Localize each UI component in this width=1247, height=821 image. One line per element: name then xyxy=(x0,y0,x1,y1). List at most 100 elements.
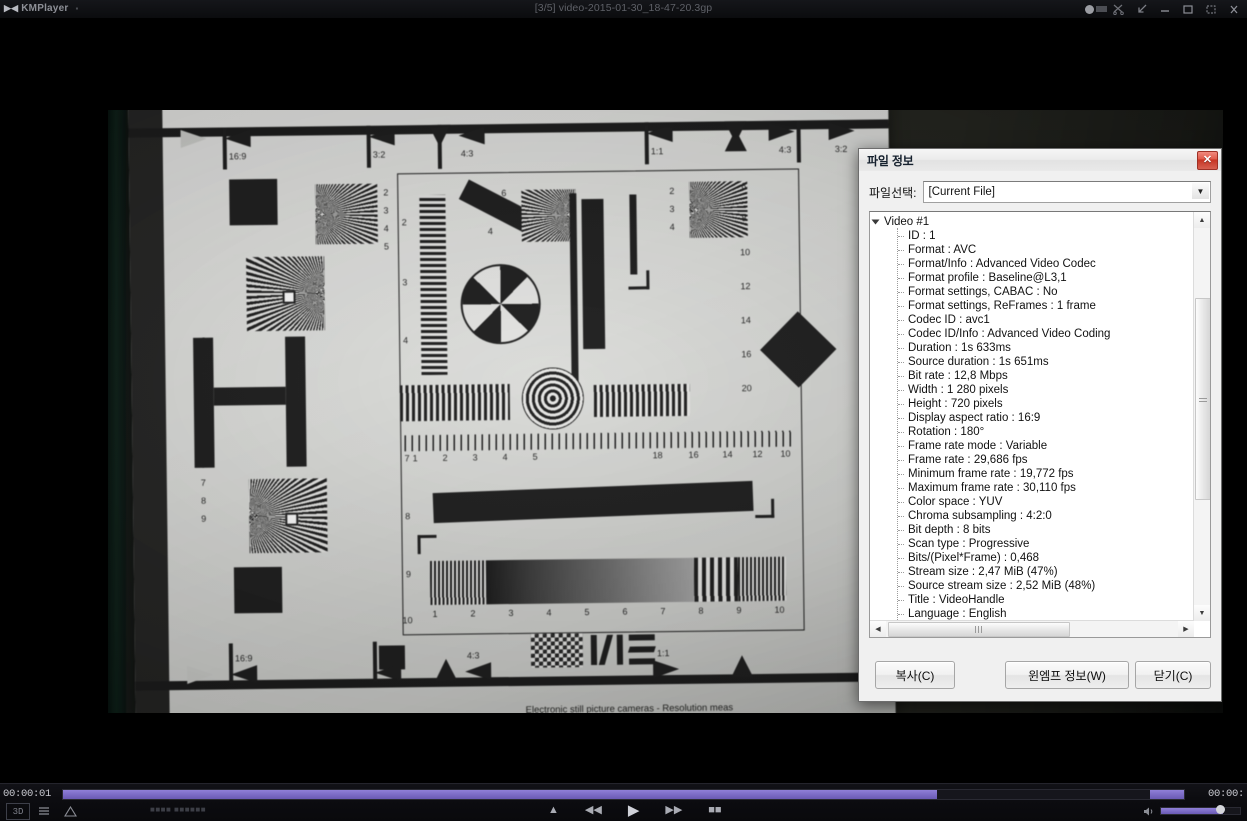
resolution-wedge xyxy=(315,183,378,245)
tree-item[interactable]: Codec ID : avc1 xyxy=(870,313,1194,327)
tree-root-node[interactable]: Video #1 xyxy=(870,215,1194,229)
play-button[interactable]: ▶ xyxy=(628,803,640,818)
aspect-label: 4:3 xyxy=(778,144,792,155)
aspect-marker xyxy=(231,665,258,684)
expand-caret-icon[interactable] xyxy=(871,219,880,225)
tree-horizontal-scrollbar[interactable]: ◀ ▶ xyxy=(870,620,1194,637)
tree-item[interactable]: Format profile : Baseline@L3,1 xyxy=(870,271,1194,285)
next-button[interactable]: ▶▶ xyxy=(665,805,682,816)
minimize-icon xyxy=(1161,9,1169,12)
tree-item[interactable]: Width : 1 280 pixels xyxy=(870,383,1194,397)
dialog-titlebar[interactable]: 파일 정보 ✕ xyxy=(859,149,1221,172)
equalizer-button[interactable] xyxy=(62,803,78,820)
record-button[interactable] xyxy=(1085,1,1107,17)
chevron-down-icon[interactable]: ▼ xyxy=(1192,183,1209,199)
tree-item[interactable]: Frame rate : 29,686 fps xyxy=(870,453,1194,467)
previous-button[interactable]: ◀◀ xyxy=(585,805,602,816)
dialog-close-action-button[interactable]: 닫기(C) xyxy=(1135,661,1211,689)
volume-slider[interactable] xyxy=(1160,805,1241,815)
record-dot-icon xyxy=(1085,4,1094,14)
capture-button[interactable] xyxy=(1108,1,1130,17)
seek-bar[interactable] xyxy=(62,789,1185,800)
dialog-close-button[interactable]: ✕ xyxy=(1197,151,1218,170)
maximize-button[interactable] xyxy=(1177,1,1199,17)
horizontal-frequency-fan xyxy=(399,384,511,422)
media-info-tree[interactable]: Video #1 ID : 1 Format : AVC Format/Info :… xyxy=(869,211,1211,638)
tree-item[interactable]: Format settings, CABAC : No xyxy=(870,285,1194,299)
aspect-label: 16:9 xyxy=(228,151,247,162)
frequency-block xyxy=(693,557,739,602)
aspect-marker xyxy=(828,121,855,141)
copy-button[interactable]: 복사(C) xyxy=(875,661,955,689)
horizontal-frequency-fan xyxy=(593,383,691,417)
dialog-button-row: 복사(C) 윈엠프 정보(W) 닫기(C) xyxy=(859,661,1221,689)
volume-control[interactable] xyxy=(1143,804,1241,818)
winamp-info-button[interactable]: 윈엠프 정보(W) xyxy=(1005,661,1129,689)
tree-item[interactable]: Stream size : 2,47 MiB (47%) xyxy=(870,565,1194,579)
scale-label: 10 xyxy=(739,247,751,258)
tree-item[interactable]: Maximum frame rate : 30,110 fps xyxy=(870,481,1194,495)
scroll-left-button[interactable]: ◀ xyxy=(870,621,886,637)
scroll-up-button[interactable]: ▲ xyxy=(1194,212,1210,228)
tree-vertical-scrollbar[interactable]: ▲ ▼ xyxy=(1193,212,1210,621)
tree-item[interactable]: Bit depth : 8 bits xyxy=(870,523,1194,537)
minimize-button[interactable] xyxy=(1154,1,1176,17)
scale-label: 10 xyxy=(774,604,785,615)
scale-label: 1 xyxy=(432,608,438,619)
tree-item[interactable]: Format/Info : Advanced Video Codec xyxy=(870,257,1194,271)
corner-mark xyxy=(628,270,650,290)
tree-item[interactable]: Duration : 1s 633ms xyxy=(870,341,1194,355)
playlist-button[interactable] xyxy=(36,803,52,820)
black-patch xyxy=(229,178,278,226)
eq-3d-button[interactable]: 3D xyxy=(6,803,30,820)
scale-label: 8 xyxy=(201,353,207,364)
vertical-scroll-thumb[interactable] xyxy=(1195,298,1210,500)
tree-item[interactable]: Rotation : 180° xyxy=(870,425,1194,439)
tree-item[interactable]: Codec ID/Info : Advanced Video Coding xyxy=(870,327,1194,341)
tree-item[interactable]: Format settings, ReFrames : 1 frame xyxy=(870,299,1194,313)
tree-item[interactable]: Display aspect ratio : 16:9 xyxy=(870,411,1194,425)
ruler-label: 1 xyxy=(412,453,418,464)
scale-label: 20 xyxy=(741,383,752,394)
vertical-bar xyxy=(629,194,638,275)
tree-item[interactable]: Format : AVC xyxy=(870,243,1194,257)
eject-button[interactable]: ▲ xyxy=(548,805,559,816)
horizontal-scroll-thumb[interactable] xyxy=(888,622,1070,637)
window-controls xyxy=(1085,0,1245,18)
tree-item[interactable]: Source duration : 1s 651ms xyxy=(870,355,1194,369)
close-button[interactable] xyxy=(1223,1,1245,17)
list-icon xyxy=(39,807,49,815)
wedge-label: 2 xyxy=(383,187,389,198)
tree-item[interactable]: Color space : YUV xyxy=(870,495,1194,509)
scale-label: 8 xyxy=(200,495,207,506)
tree-item[interactable]: Language : English xyxy=(870,607,1194,621)
tree-item[interactable]: Bit rate : 12,8 Mbps xyxy=(870,369,1194,383)
stop-button[interactable]: ■■ xyxy=(708,805,721,816)
frequency-block xyxy=(737,556,787,602)
aspect-marker xyxy=(465,662,492,681)
fullscreen-button[interactable] xyxy=(1200,1,1222,17)
file-select-dropdown[interactable]: [Current File] ▼ xyxy=(922,181,1211,203)
tree-item[interactable]: Height : 720 pixels xyxy=(870,397,1194,411)
aspect-label: 3:2 xyxy=(372,149,386,160)
tree-item[interactable]: Source stream size : 2,52 MiB (48%) xyxy=(870,579,1194,593)
scroll-right-button[interactable]: ▶ xyxy=(1178,621,1194,637)
playback-controls: ▲ ◀◀ ▶ ▶▶ ■■ xyxy=(548,803,722,818)
restore-down-button[interactable] xyxy=(1131,1,1153,17)
ruler-label: 14 xyxy=(722,449,733,460)
scale-label: 9 xyxy=(201,513,207,524)
tree-item[interactable]: Title : VideoHandle xyxy=(870,593,1194,607)
tree-item[interactable]: Scan type : Progressive xyxy=(870,537,1194,551)
scale-label: 3 xyxy=(508,607,514,619)
tree-item[interactable]: ID : 1 xyxy=(870,229,1194,243)
scroll-down-button[interactable]: ▼ xyxy=(1194,605,1210,621)
scale-label: 7 xyxy=(404,453,410,464)
tree-item[interactable]: Minimum frame rate : 19,772 fps xyxy=(870,467,1194,481)
scale-label: 12 xyxy=(740,281,751,292)
chart-left-strip xyxy=(128,110,170,713)
volume-knob[interactable] xyxy=(1215,805,1225,814)
tree-item[interactable]: Chroma subsampling : 4:2:0 xyxy=(870,509,1194,523)
tree-item[interactable]: Bits/(Pixel*Frame) : 0,468 xyxy=(870,551,1194,565)
file-info-dialog[interactable]: 파일 정보 ✕ 파일선택: [Current File] ▼ Video #1 xyxy=(858,148,1222,702)
tree-item[interactable]: Frame rate mode : Variable xyxy=(870,439,1194,453)
